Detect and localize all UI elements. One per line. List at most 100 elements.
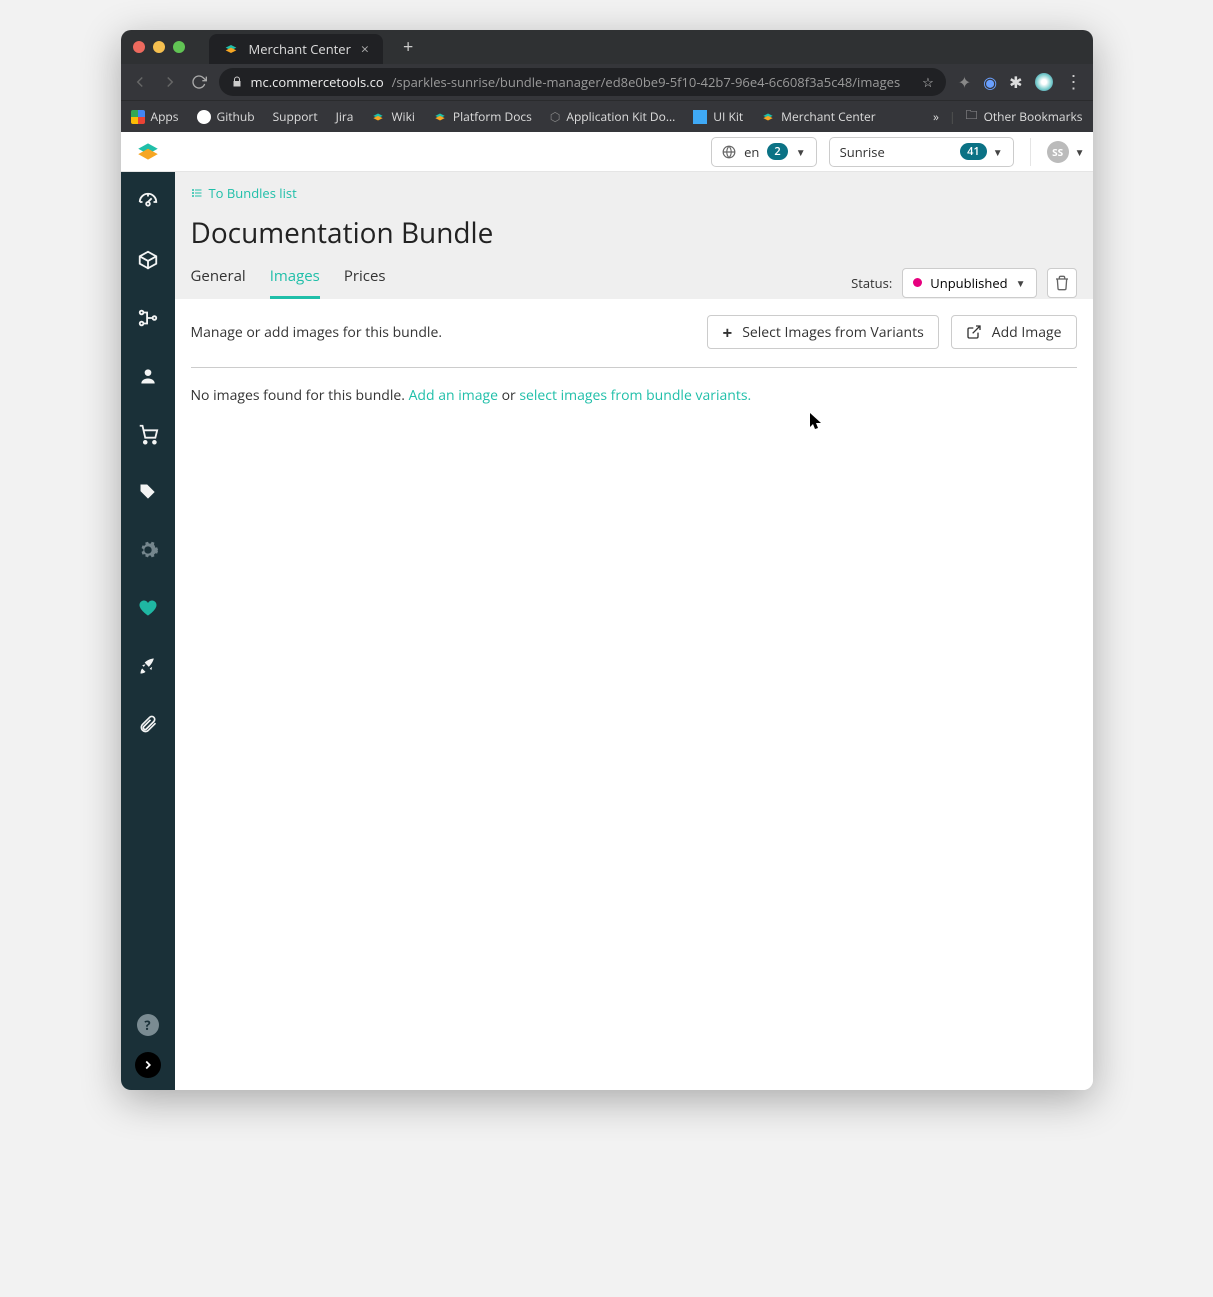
status-label: Status:: [851, 274, 892, 292]
folder-icon: 🗀: [966, 106, 978, 127]
tabs-row: General Images Prices Status: Unpublishe…: [191, 266, 1077, 299]
status-dot-icon: [913, 278, 922, 287]
new-tab-icon[interactable]: +: [403, 35, 413, 59]
select-variants-link[interactable]: select images from bundle variants.: [519, 386, 751, 405]
titlebar: Merchant Center × +: [121, 30, 1093, 64]
tabs-right: Status: Unpublished ▼: [851, 268, 1076, 298]
select-images-from-variants-button[interactable]: + Select Images from Variants: [707, 315, 938, 349]
bookmarks-more[interactable]: »: [933, 108, 939, 125]
bookmarks-bar: Apps Github Support Jira Wiki Platform D…: [121, 100, 1093, 132]
chevron-down-icon: ▼: [796, 145, 806, 159]
forward-button[interactable]: [161, 73, 179, 91]
address-bar[interactable]: mc.commercetools.co/sparkles-sunrise/bun…: [219, 68, 946, 96]
gear-icon[interactable]: [136, 538, 160, 562]
rocket-icon[interactable]: [136, 654, 160, 678]
commercetools-favicon-icon: [223, 41, 239, 57]
extension-icon[interactable]: ✦: [958, 71, 971, 93]
lock-icon: [231, 76, 243, 88]
expand-sidebar-icon[interactable]: [135, 1052, 161, 1078]
back-button[interactable]: [131, 73, 149, 91]
avatar-icon: SS: [1047, 141, 1069, 163]
add-image-button[interactable]: Add Image: [951, 315, 1077, 349]
bookmark-apps[interactable]: Apps: [131, 108, 179, 125]
maximize-window-icon[interactable]: [173, 41, 185, 53]
empty-mid: or: [498, 386, 519, 405]
attach-icon[interactable]: [136, 712, 160, 736]
project-selector[interactable]: Sunrise 41 ▼: [829, 137, 1014, 167]
globe-icon: [722, 145, 736, 159]
tabs: General Images Prices: [191, 266, 386, 299]
images-section: Manage or add images for this bundle. + …: [175, 299, 1093, 421]
chevron-down-icon: ▼: [1075, 145, 1085, 159]
mouse-cursor-icon: [809, 412, 823, 430]
sitemap-icon[interactable]: [136, 306, 160, 330]
locale-selector[interactable]: en 2 ▼: [711, 137, 816, 167]
commercetools-icon: [761, 110, 775, 124]
page-header-area: To Bundles list Documentation Bundle Gen…: [175, 172, 1093, 299]
bookmark-platform-docs[interactable]: Platform Docs: [433, 108, 532, 125]
external-link-icon: [966, 324, 982, 340]
bookmark-github[interactable]: Github: [197, 108, 255, 125]
delete-button[interactable]: [1047, 268, 1077, 298]
tab-general[interactable]: General: [191, 266, 246, 299]
browser-tab[interactable]: Merchant Center ×: [209, 34, 383, 64]
breadcrumb[interactable]: To Bundles list: [191, 184, 1077, 202]
browser-window: Merchant Center × + mc.commercetools.co/…: [121, 30, 1093, 1090]
tab-prices[interactable]: Prices: [344, 266, 386, 299]
page-title: Documentation Bundle: [191, 214, 1077, 252]
package-icon[interactable]: [136, 248, 160, 272]
cart-icon[interactable]: [136, 422, 160, 446]
browser-toolbar: mc.commercetools.co/sparkles-sunrise/bun…: [121, 64, 1093, 100]
divider: [191, 367, 1077, 368]
project-value: Sunrise: [840, 143, 885, 161]
plus-icon: +: [722, 321, 732, 344]
close-window-icon[interactable]: [133, 41, 145, 53]
extension-icon[interactable]: ◉: [983, 71, 997, 93]
other-bookmarks[interactable]: 🗀Other Bookmarks: [966, 106, 1083, 127]
reload-button[interactable]: [191, 74, 207, 90]
user-icon[interactable]: [136, 364, 160, 388]
section-description: Manage or add images for this bundle.: [191, 323, 443, 342]
app: en 2 ▼ Sunrise 41 ▼ SS ▼: [121, 132, 1093, 1090]
empty-prefix: No images found for this bundle.: [191, 386, 409, 405]
list-icon: [191, 187, 203, 199]
bookmark-wiki[interactable]: Wiki: [371, 108, 414, 125]
url-host: mc.commercetools.co: [251, 73, 384, 91]
github-icon: [197, 110, 211, 124]
dashboard-icon[interactable]: [136, 190, 160, 214]
url-path: /sparkles-sunrise/bundle-manager/ed8e0be…: [392, 73, 901, 91]
bookmark-star-icon[interactable]: ☆: [922, 73, 934, 91]
sidebar: ?: [121, 172, 175, 1090]
section-top: Manage or add images for this bundle. + …: [191, 315, 1077, 349]
heart-icon[interactable]: [136, 596, 160, 620]
commercetools-icon: [433, 110, 447, 124]
app-body: ? To Bundles list Documentation Bundle G…: [121, 172, 1093, 1090]
locale-count-badge: 2: [767, 143, 787, 160]
bookmark-ui-kit[interactable]: UI Kit: [693, 108, 743, 125]
minimize-window-icon[interactable]: [153, 41, 165, 53]
bookmark-merchant-center[interactable]: Merchant Center: [761, 108, 876, 125]
square-icon: [693, 110, 707, 124]
chevron-down-icon: ▼: [993, 145, 1003, 159]
profile-avatar-icon[interactable]: [1035, 73, 1053, 91]
browser-menu-icon[interactable]: ⋮: [1065, 70, 1083, 94]
chevron-down-icon: ▼: [1016, 276, 1026, 290]
commercetools-logo-icon[interactable]: [135, 139, 161, 165]
bookmark-jira[interactable]: Jira: [336, 108, 354, 125]
status-selector[interactable]: Unpublished ▼: [902, 268, 1036, 298]
project-count-badge: 41: [960, 143, 987, 160]
extensions-puzzle-icon[interactable]: ✱: [1009, 71, 1022, 93]
bookmark-app-kit[interactable]: ⬡Application Kit Do...: [550, 108, 675, 125]
close-tab-icon[interactable]: ×: [361, 40, 369, 59]
commercetools-icon: [371, 110, 385, 124]
tab-images[interactable]: Images: [270, 266, 320, 299]
tab-title: Merchant Center: [249, 40, 351, 58]
apps-grid-icon: [131, 110, 145, 124]
help-icon[interactable]: ?: [137, 1014, 159, 1036]
empty-state: No images found for this bundle. Add an …: [191, 386, 1077, 405]
bookmark-support[interactable]: Support: [273, 108, 318, 125]
tag-icon[interactable]: [136, 480, 160, 504]
user-menu[interactable]: SS ▼: [1047, 141, 1085, 163]
content: To Bundles list Documentation Bundle Gen…: [175, 172, 1093, 1090]
add-image-link[interactable]: Add an image: [409, 386, 498, 405]
